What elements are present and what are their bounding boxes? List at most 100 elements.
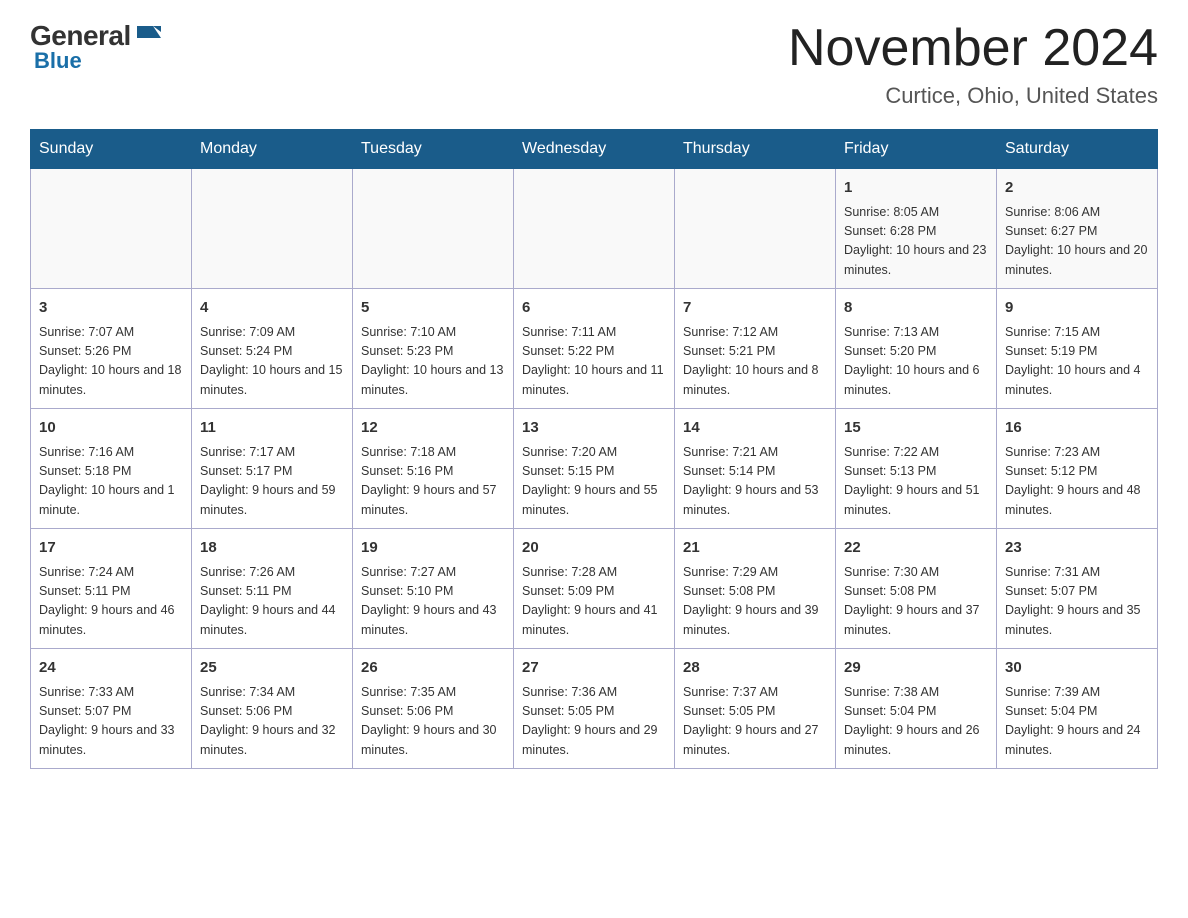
day-info: Sunrise: 7:21 AMSunset: 5:14 PMDaylight:… bbox=[683, 445, 819, 517]
calendar-cell: 6 Sunrise: 7:11 AMSunset: 5:22 PMDaylight… bbox=[514, 289, 675, 409]
day-info: Sunrise: 7:16 AMSunset: 5:18 PMDaylight:… bbox=[39, 445, 175, 517]
logo: General Blue bbox=[30, 20, 165, 74]
month-title: November 2024 bbox=[788, 20, 1158, 77]
day-number: 30 bbox=[1005, 657, 1149, 680]
title-section: November 2024 Curtice, Ohio, United Stat… bbox=[788, 20, 1158, 109]
calendar-cell bbox=[514, 169, 675, 289]
day-number: 18 bbox=[200, 537, 344, 560]
day-number: 8 bbox=[844, 297, 988, 320]
calendar-cell: 8 Sunrise: 7:13 AMSunset: 5:20 PMDaylight… bbox=[836, 289, 997, 409]
day-info: Sunrise: 7:09 AMSunset: 5:24 PMDaylight:… bbox=[200, 325, 342, 397]
day-number: 25 bbox=[200, 657, 344, 680]
day-info: Sunrise: 7:27 AMSunset: 5:10 PMDaylight:… bbox=[361, 565, 497, 637]
calendar-cell: 9 Sunrise: 7:15 AMSunset: 5:19 PMDaylight… bbox=[997, 289, 1158, 409]
day-number: 2 bbox=[1005, 177, 1149, 200]
calendar-cell: 3Sunrise: 7:07 AMSunset: 5:26 PMDaylight… bbox=[31, 289, 192, 409]
day-number: 5 bbox=[361, 297, 505, 320]
day-number: 23 bbox=[1005, 537, 1149, 560]
calendar-cell: 24 Sunrise: 7:33 AMSunset: 5:07 PMDayligh… bbox=[31, 649, 192, 769]
calendar-cell: 16 Sunrise: 7:23 AMSunset: 5:12 PMDayligh… bbox=[997, 409, 1158, 529]
calendar-cell: 26Sunrise: 7:35 AMSunset: 5:06 PMDayligh… bbox=[353, 649, 514, 769]
calendar-cell: 17Sunrise: 7:24 AMSunset: 5:11 PMDayligh… bbox=[31, 529, 192, 649]
week-row-1: 1 Sunrise: 8:05 AMSunset: 6:28 PMDaylight… bbox=[31, 169, 1158, 289]
calendar-cell bbox=[31, 169, 192, 289]
day-number: 22 bbox=[844, 537, 988, 560]
day-info: Sunrise: 8:06 AMSunset: 6:27 PMDaylight:… bbox=[1005, 205, 1147, 277]
calendar-cell: 13 Sunrise: 7:20 AMSunset: 5:15 PMDayligh… bbox=[514, 409, 675, 529]
calendar-cell: 15 Sunrise: 7:22 AMSunset: 5:13 PMDayligh… bbox=[836, 409, 997, 529]
calendar-cell: 21 Sunrise: 7:29 AMSunset: 5:08 PMDayligh… bbox=[675, 529, 836, 649]
day-number: 26 bbox=[361, 657, 505, 680]
day-info: Sunrise: 7:29 AMSunset: 5:08 PMDaylight:… bbox=[683, 565, 819, 637]
day-info: Sunrise: 7:30 AMSunset: 5:08 PMDaylight:… bbox=[844, 565, 980, 637]
day-number: 13 bbox=[522, 417, 666, 440]
week-row-4: 17Sunrise: 7:24 AMSunset: 5:11 PMDayligh… bbox=[31, 529, 1158, 649]
day-number: 11 bbox=[200, 417, 344, 440]
day-number: 17 bbox=[39, 537, 183, 560]
day-info: Sunrise: 7:39 AMSunset: 5:04 PMDaylight:… bbox=[1005, 685, 1141, 757]
day-info: Sunrise: 7:36 AMSunset: 5:05 PMDaylight:… bbox=[522, 685, 658, 757]
day-info: Sunrise: 7:31 AMSunset: 5:07 PMDaylight:… bbox=[1005, 565, 1141, 637]
calendar-table: SundayMondayTuesdayWednesdayThursdayFrid… bbox=[30, 129, 1158, 769]
location-title: Curtice, Ohio, United States bbox=[788, 83, 1158, 109]
day-info: Sunrise: 7:33 AMSunset: 5:07 PMDaylight:… bbox=[39, 685, 175, 757]
day-info: Sunrise: 7:20 AMSunset: 5:15 PMDaylight:… bbox=[522, 445, 658, 517]
day-info: Sunrise: 7:38 AMSunset: 5:04 PMDaylight:… bbox=[844, 685, 980, 757]
day-number: 14 bbox=[683, 417, 827, 440]
calendar-cell: 29 Sunrise: 7:38 AMSunset: 5:04 PMDayligh… bbox=[836, 649, 997, 769]
logo-flag-icon bbox=[133, 22, 165, 50]
day-info: Sunrise: 7:10 AMSunset: 5:23 PMDaylight:… bbox=[361, 325, 503, 397]
day-number: 15 bbox=[844, 417, 988, 440]
calendar-cell: 5 Sunrise: 7:10 AMSunset: 5:23 PMDaylight… bbox=[353, 289, 514, 409]
day-number: 28 bbox=[683, 657, 827, 680]
day-number: 7 bbox=[683, 297, 827, 320]
calendar-cell: 25Sunrise: 7:34 AMSunset: 5:06 PMDayligh… bbox=[192, 649, 353, 769]
day-info: Sunrise: 7:23 AMSunset: 5:12 PMDaylight:… bbox=[1005, 445, 1141, 517]
day-number: 10 bbox=[39, 417, 183, 440]
day-number: 21 bbox=[683, 537, 827, 560]
day-info: Sunrise: 7:28 AMSunset: 5:09 PMDaylight:… bbox=[522, 565, 658, 637]
calendar-cell bbox=[192, 169, 353, 289]
day-number: 24 bbox=[39, 657, 183, 680]
week-row-5: 24 Sunrise: 7:33 AMSunset: 5:07 PMDayligh… bbox=[31, 649, 1158, 769]
calendar-cell: 7 Sunrise: 7:12 AMSunset: 5:21 PMDaylight… bbox=[675, 289, 836, 409]
calendar-cell: 28Sunrise: 7:37 AMSunset: 5:05 PMDayligh… bbox=[675, 649, 836, 769]
week-row-3: 10 Sunrise: 7:16 AMSunset: 5:18 PMDayligh… bbox=[31, 409, 1158, 529]
day-info: Sunrise: 7:12 AMSunset: 5:21 PMDaylight:… bbox=[683, 325, 819, 397]
day-number: 27 bbox=[522, 657, 666, 680]
weekday-header-wednesday: Wednesday bbox=[514, 130, 675, 169]
day-number: 1 bbox=[844, 177, 988, 200]
day-info: Sunrise: 7:18 AMSunset: 5:16 PMDaylight:… bbox=[361, 445, 497, 517]
weekday-header-sunday: Sunday bbox=[31, 130, 192, 169]
day-info: Sunrise: 7:11 AMSunset: 5:22 PMDaylight:… bbox=[522, 325, 664, 397]
calendar-cell: 11 Sunrise: 7:17 AMSunset: 5:17 PMDayligh… bbox=[192, 409, 353, 529]
calendar-cell bbox=[675, 169, 836, 289]
day-info: Sunrise: 7:17 AMSunset: 5:17 PMDaylight:… bbox=[200, 445, 336, 517]
day-number: 20 bbox=[522, 537, 666, 560]
weekday-header-friday: Friday bbox=[836, 130, 997, 169]
calendar-cell: 22 Sunrise: 7:30 AMSunset: 5:08 PMDayligh… bbox=[836, 529, 997, 649]
page-header: General Blue November 2024 Curtice, Ohio… bbox=[30, 20, 1158, 109]
day-number: 16 bbox=[1005, 417, 1149, 440]
calendar-cell: 20 Sunrise: 7:28 AMSunset: 5:09 PMDayligh… bbox=[514, 529, 675, 649]
weekday-header-thursday: Thursday bbox=[675, 130, 836, 169]
day-info: Sunrise: 7:13 AMSunset: 5:20 PMDaylight:… bbox=[844, 325, 980, 397]
weekday-header-saturday: Saturday bbox=[997, 130, 1158, 169]
day-number: 9 bbox=[1005, 297, 1149, 320]
day-number: 4 bbox=[200, 297, 344, 320]
calendar-cell bbox=[353, 169, 514, 289]
day-number: 3 bbox=[39, 297, 183, 320]
weekday-header-row: SundayMondayTuesdayWednesdayThursdayFrid… bbox=[31, 130, 1158, 169]
day-number: 6 bbox=[522, 297, 666, 320]
day-number: 29 bbox=[844, 657, 988, 680]
day-info: Sunrise: 8:05 AMSunset: 6:28 PMDaylight:… bbox=[844, 205, 986, 277]
calendar-cell: 18 Sunrise: 7:26 AMSunset: 5:11 PMDayligh… bbox=[192, 529, 353, 649]
day-number: 12 bbox=[361, 417, 505, 440]
calendar-cell: 23 Sunrise: 7:31 AMSunset: 5:07 PMDayligh… bbox=[997, 529, 1158, 649]
day-info: Sunrise: 7:15 AMSunset: 5:19 PMDaylight:… bbox=[1005, 325, 1141, 397]
day-info: Sunrise: 7:26 AMSunset: 5:11 PMDaylight:… bbox=[200, 565, 336, 637]
day-info: Sunrise: 7:22 AMSunset: 5:13 PMDaylight:… bbox=[844, 445, 980, 517]
weekday-header-monday: Monday bbox=[192, 130, 353, 169]
logo-blue-text: Blue bbox=[34, 48, 82, 74]
day-number: 19 bbox=[361, 537, 505, 560]
